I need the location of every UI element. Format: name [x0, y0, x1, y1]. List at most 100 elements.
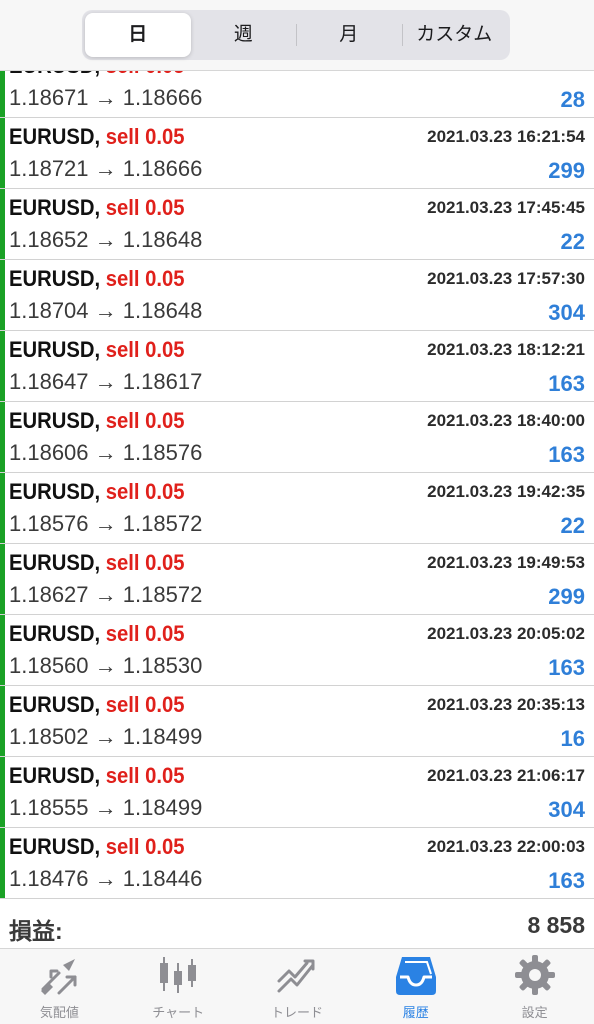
trade-row[interactable]: EURUSD, sell 0.05 2021.03.23 17:45:45 1.18… — [0, 189, 594, 260]
profit-total: 8 858 — [527, 912, 585, 938]
trade-row[interactable]: EURUSD, sell 0.05 2021.03.23 17:57:30 1.18… — [0, 260, 594, 331]
period-bar: 日 週 月 カスタム — [0, 0, 594, 71]
trade-prices: 1.18627 → 1.18572 — [9, 582, 202, 608]
open-price: 1.18671 — [9, 85, 89, 110]
trade-row[interactable]: EURUSD, sell 0.05 2021.03.23 20:05:02 1.18… — [0, 615, 594, 686]
trade-history-list[interactable]: EURUSD, sell 0.05 2021.03.23 16:05:02 1.18… — [0, 71, 594, 902]
period-tab-week[interactable]: 週 — [191, 13, 297, 57]
tab-quotes[interactable]: 気配値 — [0, 949, 119, 1024]
close-price: 1.18572 — [122, 582, 203, 607]
tab-trade-label: トレード — [270, 1005, 323, 1020]
period-segmented-control: 日 週 月 カスタム — [82, 10, 510, 60]
trade-close-time: 2021.03.23 22:00:03 — [427, 837, 585, 856]
trade-close-time: 2021.03.23 18:12:21 — [427, 340, 585, 359]
trade-row[interactable]: EURUSD, sell 0.05 2021.03.23 18:40:00 1.18… — [0, 402, 594, 473]
trade-side-volume: sell 0.05 — [105, 763, 185, 788]
close-price: 1.18499 — [122, 724, 203, 749]
trade-prices: 1.18502 → 1.18499 — [9, 724, 202, 750]
profit-label: 損益: — [9, 918, 63, 944]
close-price: 1.18666 — [122, 156, 203, 181]
trade-side-volume: sell 0.05 — [105, 266, 185, 291]
trade-profit: 163 — [548, 371, 585, 396]
open-price: 1.18704 — [9, 298, 89, 323]
tab-trade[interactable]: トレード — [238, 949, 357, 1024]
chart-icon — [160, 957, 197, 993]
trade-symbol: EURUSD, sell 0.05 — [9, 124, 185, 150]
symbol-name: EURUSD, — [9, 550, 101, 575]
tab-chart[interactable]: チャート — [119, 949, 238, 1024]
trade-row[interactable]: EURUSD, sell 0.05 2021.03.23 16:05:02 1.18… — [0, 71, 594, 118]
tab-settings-label: 設定 — [521, 1005, 548, 1020]
symbol-name: EURUSD, — [9, 71, 100, 78]
trade-icon — [277, 959, 315, 993]
period-tab-custom[interactable]: カスタム — [401, 13, 508, 57]
trade-profit: 299 — [548, 584, 585, 609]
trade-prices: 1.18647 → 1.18617 — [9, 369, 202, 395]
trade-prices: 1.18576 → 1.18572 — [9, 511, 202, 537]
period-tab-month[interactable]: 月 — [296, 13, 402, 57]
open-price: 1.18652 — [9, 227, 89, 252]
trade-side-volume: sell 0.05 — [105, 408, 185, 433]
trade-row[interactable]: EURUSD, sell 0.05 2021.03.23 19:49:53 1.18… — [0, 544, 594, 615]
symbol-name: EURUSD, — [9, 479, 101, 504]
trade-side-volume: sell 0.05 — [105, 337, 185, 362]
trade-profit: 299 — [548, 158, 585, 183]
trade-profit: 304 — [548, 797, 585, 822]
trade-row[interactable]: EURUSD, sell 0.05 2021.03.23 18:12:21 1.18… — [0, 331, 594, 402]
close-price: 1.18499 — [122, 795, 203, 820]
price-arrow: → — [94, 369, 117, 394]
tab-history[interactable]: 履歴 — [356, 949, 475, 1024]
price-arrow: → — [94, 298, 117, 323]
price-arrow: → — [94, 866, 117, 891]
settings-icon — [514, 955, 555, 995]
open-price: 1.18560 — [9, 653, 89, 678]
close-price: 1.18666 — [122, 85, 203, 110]
trade-side-volume: sell 0.05 — [105, 621, 185, 646]
trade-prices: 1.18704 → 1.18648 — [9, 298, 202, 324]
trade-symbol: EURUSD, sell 0.05 — [9, 763, 185, 789]
trade-symbol: EURUSD, sell 0.05 — [9, 71, 185, 79]
position-type-bar — [0, 331, 5, 401]
position-type-bar — [0, 757, 5, 827]
symbol-name: EURUSD, — [9, 763, 101, 788]
open-price: 1.18476 — [9, 866, 89, 891]
price-arrow: → — [94, 511, 117, 536]
position-type-bar — [0, 473, 5, 543]
trade-row[interactable]: EURUSD, sell 0.05 2021.03.23 16:21:54 1.18… — [0, 118, 594, 189]
trade-symbol: EURUSD, sell 0.05 — [9, 550, 185, 576]
price-arrow: → — [94, 724, 117, 749]
trade-profit: 22 — [560, 229, 585, 254]
position-type-bar — [0, 260, 5, 330]
trade-profit: 304 — [548, 300, 585, 325]
trade-symbol: EURUSD, sell 0.05 — [9, 479, 185, 505]
trade-close-time: 2021.03.23 17:45:45 — [427, 198, 585, 217]
tab-settings[interactable]: 設定 — [475, 949, 594, 1024]
close-price: 1.18572 — [122, 511, 203, 536]
trade-symbol: EURUSD, sell 0.05 — [9, 266, 185, 292]
symbol-name: EURUSD, — [9, 195, 101, 220]
position-type-bar — [0, 686, 5, 756]
trade-close-time: 2021.03.23 16:05:02 — [427, 71, 585, 76]
trade-side-volume: sell 0.05 — [105, 834, 185, 859]
price-arrow: → — [94, 156, 117, 181]
trade-prices: 1.18476 → 1.18446 — [9, 866, 202, 892]
trade-close-time: 2021.03.23 19:42:35 — [427, 482, 585, 501]
trade-row[interactable]: EURUSD, sell 0.05 2021.03.23 20:35:13 1.18… — [0, 686, 594, 757]
close-price: 1.18648 — [122, 298, 203, 323]
history-screen: 日 週 月 カスタム EURUSD, sell 0.05 2021.03.23 1… — [0, 0, 594, 1024]
open-price: 1.18627 — [9, 582, 89, 607]
trade-prices: 1.18671 → 1.18666 — [9, 85, 202, 111]
symbol-name: EURUSD, — [9, 692, 101, 717]
trade-side-volume: sell 0.05 — [105, 692, 185, 717]
trade-symbol: EURUSD, sell 0.05 — [9, 834, 185, 860]
trade-row[interactable]: EURUSD, sell 0.05 2021.03.23 19:42:35 1.18… — [0, 473, 594, 544]
position-type-bar — [0, 615, 5, 685]
position-type-bar — [0, 189, 5, 259]
quotes-icon — [41, 959, 77, 995]
trade-side-volume: sell 0.05 — [106, 71, 185, 78]
period-tab-day[interactable]: 日 — [85, 13, 191, 57]
trade-close-time: 2021.03.23 21:06:17 — [427, 766, 585, 785]
trade-row[interactable]: EURUSD, sell 0.05 2021.03.23 21:06:17 1.18… — [0, 757, 594, 828]
trade-symbol: EURUSD, sell 0.05 — [9, 692, 185, 718]
trade-row[interactable]: EURUSD, sell 0.05 2021.03.23 22:00:03 1.18… — [0, 828, 594, 899]
